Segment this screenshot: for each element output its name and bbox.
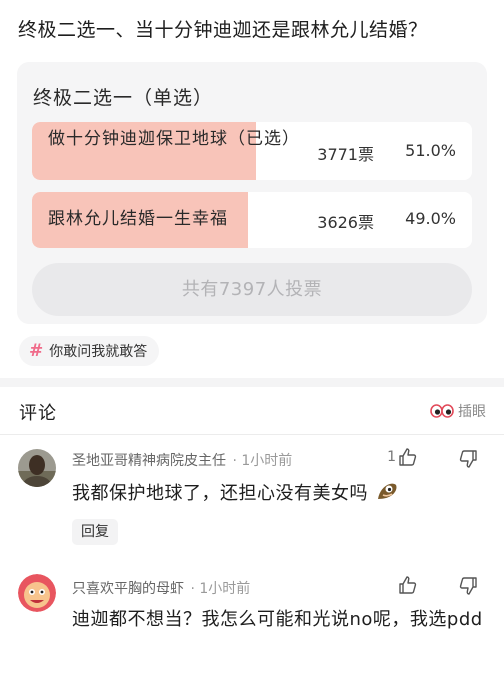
eyes-icon <box>430 404 454 418</box>
user-avatar-image <box>18 574 56 612</box>
poll-option-1-percent: 51.0% <box>405 141 456 160</box>
comment-author[interactable]: 只喜欢平胸的母虾 <box>72 581 184 597</box>
poll-option-2-votes: 3626票 <box>317 213 374 232</box>
like-button[interactable]: 1 <box>387 447 418 467</box>
comment-meta: 只喜欢平胸的母虾 · 1小时前 <box>72 578 250 598</box>
user-avatar-image <box>18 449 56 487</box>
comments-divider <box>0 434 504 435</box>
comment-meta: 圣地亚哥精神病院皮主任 · 1小时前 <box>72 450 292 470</box>
comment-time: · 1小时前 <box>232 453 293 469</box>
reply-button[interactable]: 回复 <box>72 519 118 545</box>
like-count: 1 <box>387 449 396 465</box>
thumbs-down-icon <box>459 577 477 595</box>
avatar[interactable] <box>18 574 56 612</box>
poll-option-2[interactable]: 跟林允儿结婚一生幸福 3626票 49.0% <box>32 192 472 248</box>
comment-time: · 1小时前 <box>190 581 251 597</box>
comments-title: 评论 <box>19 403 57 424</box>
poll-option-1-label: 做十分钟迪迦保卫地球（已选） <box>48 129 300 149</box>
avatar[interactable] <box>18 449 56 487</box>
poll-option-1-votes: 3771票 <box>317 145 374 164</box>
hashtag-icon: # <box>29 341 44 361</box>
comment-body: 我都保护地球了，还担心没有美女吗 <box>72 483 368 504</box>
poll-heading: 终极二选一（单选） <box>33 87 214 109</box>
insert-eye-label: 插眼 <box>458 404 486 420</box>
thumbs-up-icon <box>399 448 417 466</box>
insert-eye-button[interactable]: 插眼 <box>430 401 486 421</box>
smirk-emoji-icon <box>378 483 397 499</box>
comment-text: 迪迦都不想当？我怎么可能和光说no呢，我选pdd <box>72 609 483 630</box>
post-title: 终极二选一、当十分钟迪迦还是跟林允儿结婚？ <box>18 19 428 41</box>
comment-author[interactable]: 圣地亚哥精神病院皮主任 <box>72 453 226 469</box>
comment-text: 我都保护地球了，还担心没有美女吗 <box>72 479 492 509</box>
like-button[interactable] <box>396 575 418 595</box>
section-divider <box>0 378 504 387</box>
topic-tag-label: 你敢问我就敢答 <box>49 344 148 360</box>
poll-option-2-percent: 49.0% <box>405 209 456 228</box>
poll-option-2-label: 跟林允儿结婚一生幸福 <box>48 209 228 229</box>
thumbs-down-icon <box>459 450 477 468</box>
dislike-button[interactable] <box>458 576 478 600</box>
topic-tag-chip[interactable]: # 你敢问我就敢答 <box>19 336 160 366</box>
poll-card: 终极二选一（单选） 做十分钟迪迦保卫地球（已选） 3771票 51.0% 跟林允… <box>17 62 487 324</box>
poll-option-1[interactable]: 做十分钟迪迦保卫地球（已选） 3771票 51.0% <box>32 122 472 180</box>
thumbs-up-icon <box>399 576 417 594</box>
dislike-button[interactable] <box>458 449 478 473</box>
total-votes-button[interactable]: 共有7397人投票 <box>32 263 472 316</box>
